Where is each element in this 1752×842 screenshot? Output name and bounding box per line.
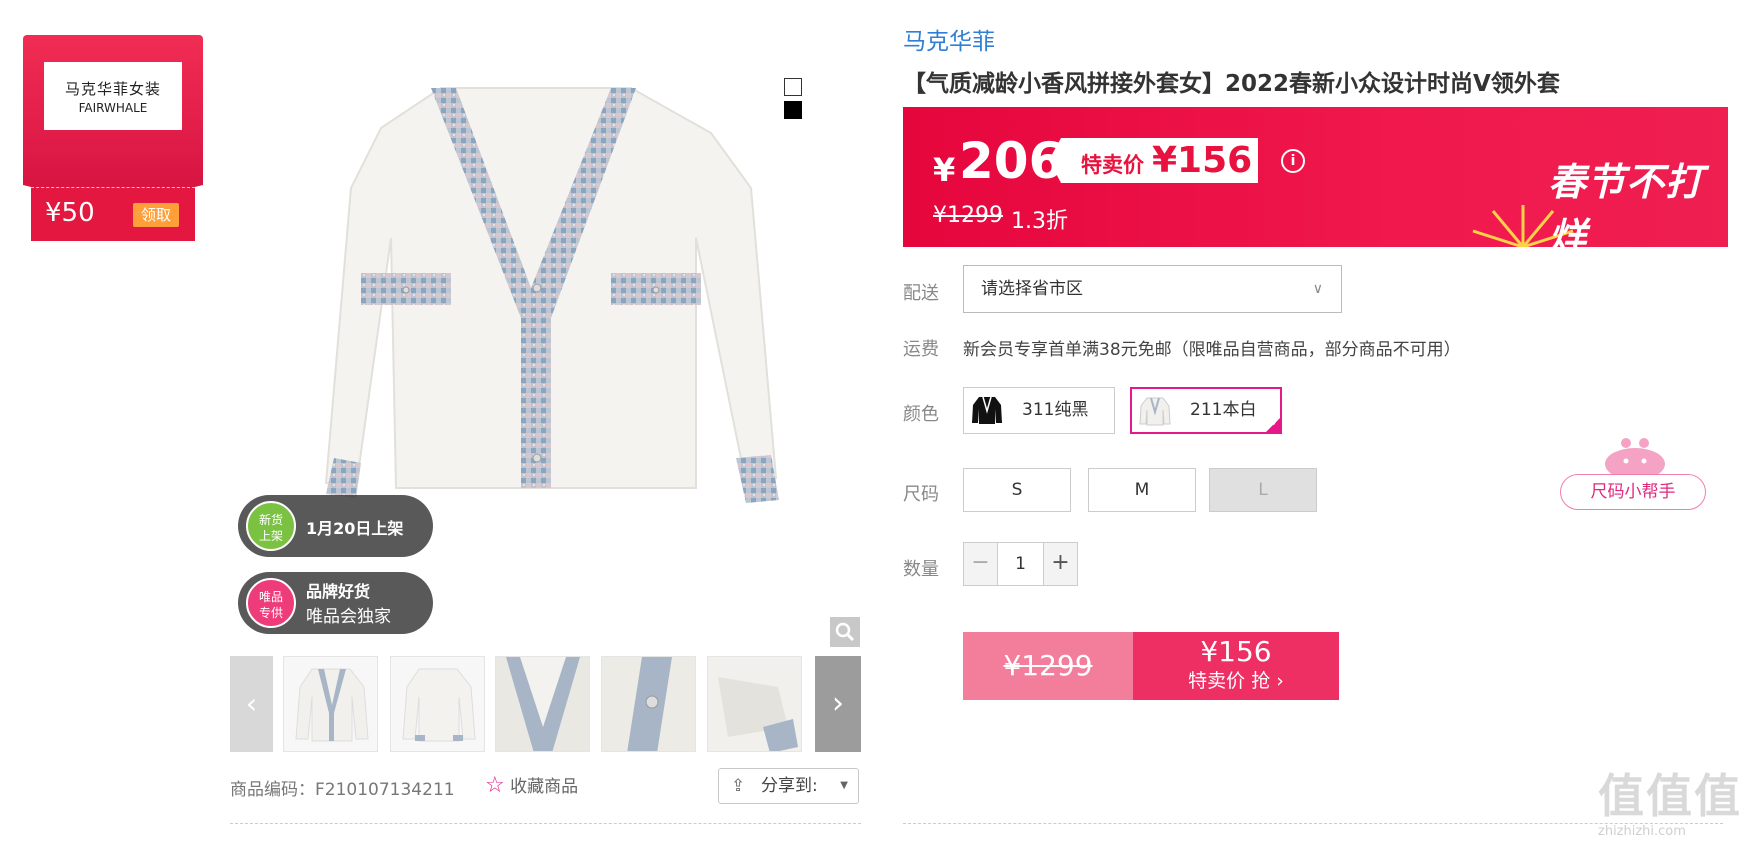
color-label: 颜色 [903,404,939,425]
discount-rate: 1.3折 [1011,209,1068,234]
brand-coupon[interactable]: 马克华菲女装 FAIRWHALE ¥50 领取 [23,35,203,241]
fee-text: 新会员专享首单满38元免邮（限唯品自营商品，部分商品不可用） [963,340,1461,360]
exclusive-title: 品牌好货 [306,582,371,601]
buy-button[interactable]: ¥1299 ¥156 特卖价 抢 › [963,632,1339,700]
thumbnail[interactable] [495,656,590,752]
caret-down-icon: ▼ [840,780,848,791]
new-arrival-date: 1月20日上架 [306,519,404,538]
selected-check-icon [1264,416,1282,434]
color-option-black[interactable]: 311纯黑 [963,387,1115,434]
new-arrival-badge: 新货 上架 1月20日上架 [238,495,433,557]
chevron-down-icon: ∨ [1312,281,1323,297]
product-code-label: 商品编码： [230,780,315,800]
size-option-l: L [1209,468,1317,512]
buy-action-label: 特卖价 抢 › [1188,670,1284,692]
buy-price: ¥156 [1200,635,1272,668]
quantity-label: 数量 [903,559,939,580]
jacket-black-thumb [972,396,1002,424]
divider [230,823,861,824]
color-option-label: 311纯黑 [1022,400,1089,420]
color-swatch-white[interactable] [784,78,802,96]
shipping-label: 配送 [903,283,939,304]
share-dropdown[interactable]: ⇪ 分享到: ▼ [718,768,859,804]
thumbnail-strip: ‹ › [230,656,861,752]
size-helper[interactable]: 尺码小帮手 [1560,430,1706,512]
promo-slogan: 春节不打烊 [1548,160,1705,247]
quantity-minus-button[interactable]: − [964,543,998,585]
brand-logo-en: FAIRWHALE [78,101,148,115]
exclusive-circle: 唯品 专供 [246,578,296,628]
special-price-value: ¥156 [1152,140,1253,181]
region-select[interactable]: 请选择省市区 ∨ [963,265,1342,313]
star-icon: ☆ [485,773,505,798]
color-swatch-black[interactable] [784,101,802,119]
product-code: 商品编码：F210107134211 [230,775,455,800]
special-price-tag: 特卖价 ¥156 [1049,138,1258,183]
currency-symbol: ¥ [933,151,956,189]
coupon-amount: ¥50 [45,198,95,228]
thumbnail[interactable] [707,656,802,752]
share-icon: ⇪ [731,776,746,796]
coupon-header: 马克华菲女装 FAIRWHALE [23,35,203,207]
favorite-button[interactable]: ☆ 收藏商品 [485,772,578,798]
watermark-logo: 值值值 [1598,769,1742,823]
buy-now-button[interactable]: ¥156 特卖价 抢 › [1133,632,1339,700]
mascot-icon [1605,438,1665,478]
thumbnail[interactable] [283,656,378,752]
quantity-value[interactable]: 1 [998,543,1043,585]
region-select-value: 请选择省市区 [981,279,1083,299]
color-option-label: 211本白 [1190,400,1257,420]
size-option-m[interactable]: M [1088,468,1196,512]
main-price: 206 [959,132,1064,190]
color-option-white[interactable]: 211本白 [1130,387,1282,434]
fee-label: 运费 [903,339,939,360]
buy-original-price: ¥1299 [963,632,1133,700]
size-helper-button[interactable]: 尺码小帮手 [1560,474,1706,510]
share-label: 分享到: [761,776,818,796]
thumbnail[interactable] [601,656,696,752]
exclusive-badge: 唯品 专供 品牌好货 唯品会独家 [238,572,433,634]
coupon-claim-button[interactable]: 领取 [133,203,179,227]
size-option-s[interactable]: S [963,468,1071,512]
brand-logo-zh: 马克华菲女装 [64,80,161,98]
new-arrival-circle: 新货 上架 [246,501,296,551]
info-icon[interactable]: i [1281,149,1305,173]
quantity-stepper: − 1 + [963,542,1078,586]
thumb-next-button[interactable]: › [815,656,861,752]
brand-logo: 马克华菲女装 FAIRWHALE [44,62,182,130]
exclusive-subtitle: 唯品会独家 [306,607,391,627]
watermark-url: zhizhizhi.com [1598,824,1686,839]
thumbnail[interactable] [390,656,485,752]
coupon-footer: ¥50 领取 [31,187,195,241]
product-code-value: F210107134211 [315,780,455,800]
quantity-plus-button[interactable]: + [1043,543,1077,585]
price-banner: ¥ 206 特卖价 ¥156 i ¥1299 1.3折 春节不打烊 [903,107,1728,247]
size-label: 尺码 [903,484,939,505]
jacket-white-thumb [1139,397,1171,426]
magnifier-icon [835,622,855,642]
product-title: 【气质减龄小香风拼接外套女】2022春新小众设计时尚V领外套 [903,71,1560,97]
special-price-label: 特卖价 [1081,153,1144,177]
watermark: 值值值 zhizhizhi.com [1598,760,1750,842]
original-price: ¥1299 [933,203,1003,228]
brand-link[interactable]: 马克华菲 [903,22,995,56]
thumb-prev-button[interactable]: ‹ [230,656,273,752]
zoom-button[interactable] [830,617,860,647]
favorite-label: 收藏商品 [510,777,579,797]
